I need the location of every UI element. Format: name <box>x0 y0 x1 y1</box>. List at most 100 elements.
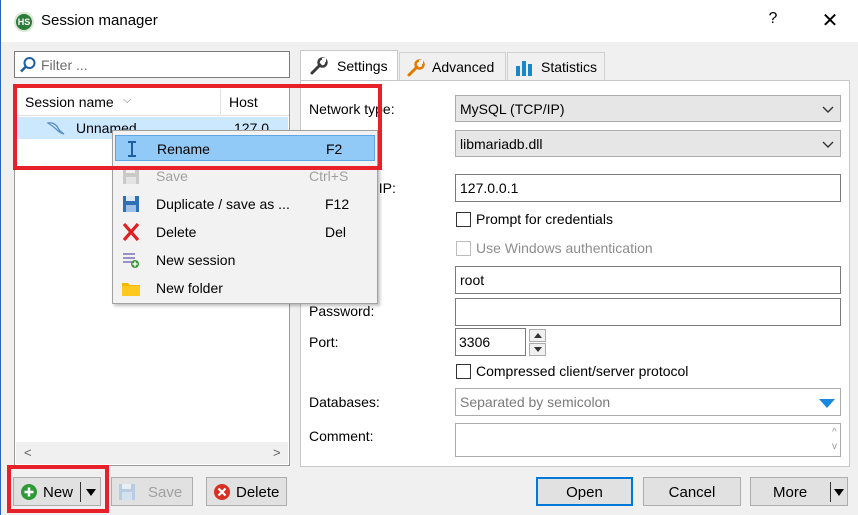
rename-icon <box>128 141 136 157</box>
new-session-icon <box>123 253 139 268</box>
password-input[interactable] <box>455 298 841 326</box>
duplicate-icon <box>123 196 139 212</box>
network-type-value: MySQL (TCP/IP) <box>460 101 565 117</box>
databases-select[interactable]: Separated by semicolon <box>455 388 841 416</box>
port-label: Port: <box>309 334 339 350</box>
prompt-credentials-label: Prompt for credentials <box>476 211 613 227</box>
menu-item-label: Duplicate / save as ... <box>156 196 290 212</box>
comment-input[interactable]: ^ v <box>455 423 841 457</box>
hostname-value: 127.0.0.1 <box>460 180 519 196</box>
tab-advanced-label: Advanced <box>432 59 495 75</box>
window-title: Session manager <box>41 12 158 29</box>
port-value: 3306 <box>459 334 491 350</box>
sort-chevron-icon: ⌵ <box>123 94 132 106</box>
open-button[interactable]: Open <box>536 477 633 506</box>
dropdown-arrow-icon[interactable] <box>834 489 844 496</box>
scroll-up-icon[interactable]: ^ <box>832 426 837 440</box>
menu-item-duplicate[interactable]: Duplicate / save as ... F12 <box>115 191 375 217</box>
delete-button-label: Delete <box>236 484 280 501</box>
cancel-button-label: Cancel <box>668 484 716 501</box>
save-button-label: Save <box>148 484 183 501</box>
context-menu: Rename F2 Save Ctrl+S Duplicate / save a… <box>112 130 378 304</box>
split-separator <box>830 482 831 502</box>
save-icon <box>119 484 135 500</box>
delete-icon <box>214 484 230 500</box>
menu-item-label: Delete <box>156 224 197 240</box>
column-header-host[interactable]: Host <box>229 94 258 110</box>
chevron-down-icon <box>822 141 834 148</box>
title-bar: HS Session manager ? ✕ <box>1 0 858 42</box>
menu-item-label: New folder <box>156 280 223 296</box>
delete-icon <box>122 223 140 241</box>
tab-statistics-label: Statistics <box>541 59 598 75</box>
scroll-left-icon[interactable]: < <box>24 445 32 460</box>
close-button[interactable]: ✕ <box>819 8 841 33</box>
folder-icon <box>122 283 140 296</box>
databases-placeholder: Separated by semicolon <box>460 394 611 410</box>
help-button[interactable]: ? <box>764 10 782 28</box>
menu-item-label: Rename <box>157 141 210 157</box>
chevron-down-icon <box>822 106 834 113</box>
menu-item-delete[interactable]: Delete Del <box>115 219 375 245</box>
menu-item-save[interactable]: Save Ctrl+S <box>115 163 375 189</box>
more-button[interactable]: More <box>750 477 848 506</box>
open-button-label: Open <box>566 484 603 501</box>
filter-input[interactable] <box>41 54 285 75</box>
column-header-session-name[interactable]: Session name <box>25 94 114 110</box>
horizontal-scrollbar[interactable]: < > <box>16 442 288 464</box>
save-button[interactable]: Save <box>111 477 193 506</box>
compressed-protocol-checkbox[interactable] <box>456 364 471 379</box>
tab-settings[interactable]: Settings <box>300 50 398 81</box>
delete-button[interactable]: Delete <box>206 477 287 506</box>
prompt-credentials-checkbox[interactable] <box>456 212 471 227</box>
menu-item-label: Save <box>156 168 188 184</box>
tab-settings-label: Settings <box>337 58 388 74</box>
session-manager-window: HS Session manager ? ✕ Session name ⌵ Ho… <box>0 0 858 515</box>
wrench-orange-icon <box>407 59 425 77</box>
menu-item-new-folder[interactable]: New folder <box>115 275 375 301</box>
tab-statistics[interactable]: Statistics <box>507 52 605 80</box>
library-select[interactable]: libmariadb.dll <box>455 130 841 157</box>
windows-auth-label: Use Windows authentication <box>476 240 653 256</box>
user-input[interactable]: root <box>455 266 841 294</box>
network-type-label: Network type: <box>309 101 395 117</box>
menu-item-shortcut: Del <box>325 224 347 240</box>
comment-label: Comment: <box>309 428 374 444</box>
user-value: root <box>460 272 485 288</box>
databases-label: Databases: <box>309 394 380 410</box>
hostname-input[interactable]: 127.0.0.1 <box>455 174 841 202</box>
more-button-label: More <box>773 484 808 501</box>
new-button[interactable]: New <box>13 477 101 506</box>
compressed-protocol-label: Compressed client/server protocol <box>476 363 689 379</box>
windows-auth-checkbox[interactable] <box>456 241 471 256</box>
wrench-icon <box>310 57 328 75</box>
mysql-dolphin-icon <box>46 122 65 135</box>
filter-box[interactable] <box>14 51 290 78</box>
password-label: Password: <box>309 303 375 319</box>
new-button-label: New <box>43 484 74 501</box>
menu-item-shortcut: F2 <box>326 141 343 157</box>
tree-header: Session name ⌵ Host <box>15 87 289 116</box>
menu-item-new-session[interactable]: New session <box>115 247 375 273</box>
port-increment-button[interactable] <box>529 329 546 342</box>
scroll-down-icon[interactable]: v <box>832 440 837 454</box>
scroll-right-icon[interactable]: > <box>273 445 281 460</box>
tab-advanced[interactable]: Advanced <box>399 52 506 80</box>
dropdown-arrow-icon[interactable] <box>86 489 96 496</box>
port-decrement-button[interactable] <box>529 343 546 356</box>
bar-chart-icon <box>516 61 532 76</box>
column-divider[interactable] <box>220 89 221 114</box>
menu-item-shortcut: F12 <box>325 196 350 212</box>
port-input[interactable]: 3306 <box>455 328 526 356</box>
comment-scrollbar[interactable]: ^ v <box>832 426 837 454</box>
dropdown-arrow-icon[interactable] <box>819 399 835 408</box>
menu-item-shortcut: Ctrl+S <box>309 168 349 184</box>
add-icon <box>21 484 37 500</box>
library-value: libmariadb.dll <box>460 136 543 152</box>
menu-item-label: New session <box>156 252 236 268</box>
cancel-button[interactable]: Cancel <box>643 477 741 506</box>
menu-item-rename[interactable]: Rename F2 <box>115 135 375 161</box>
search-icon <box>20 57 36 73</box>
network-type-select[interactable]: MySQL (TCP/IP) <box>455 95 841 122</box>
settings-panel: Network type: MySQL (TCP/IP) libmariadb.… <box>300 80 850 467</box>
